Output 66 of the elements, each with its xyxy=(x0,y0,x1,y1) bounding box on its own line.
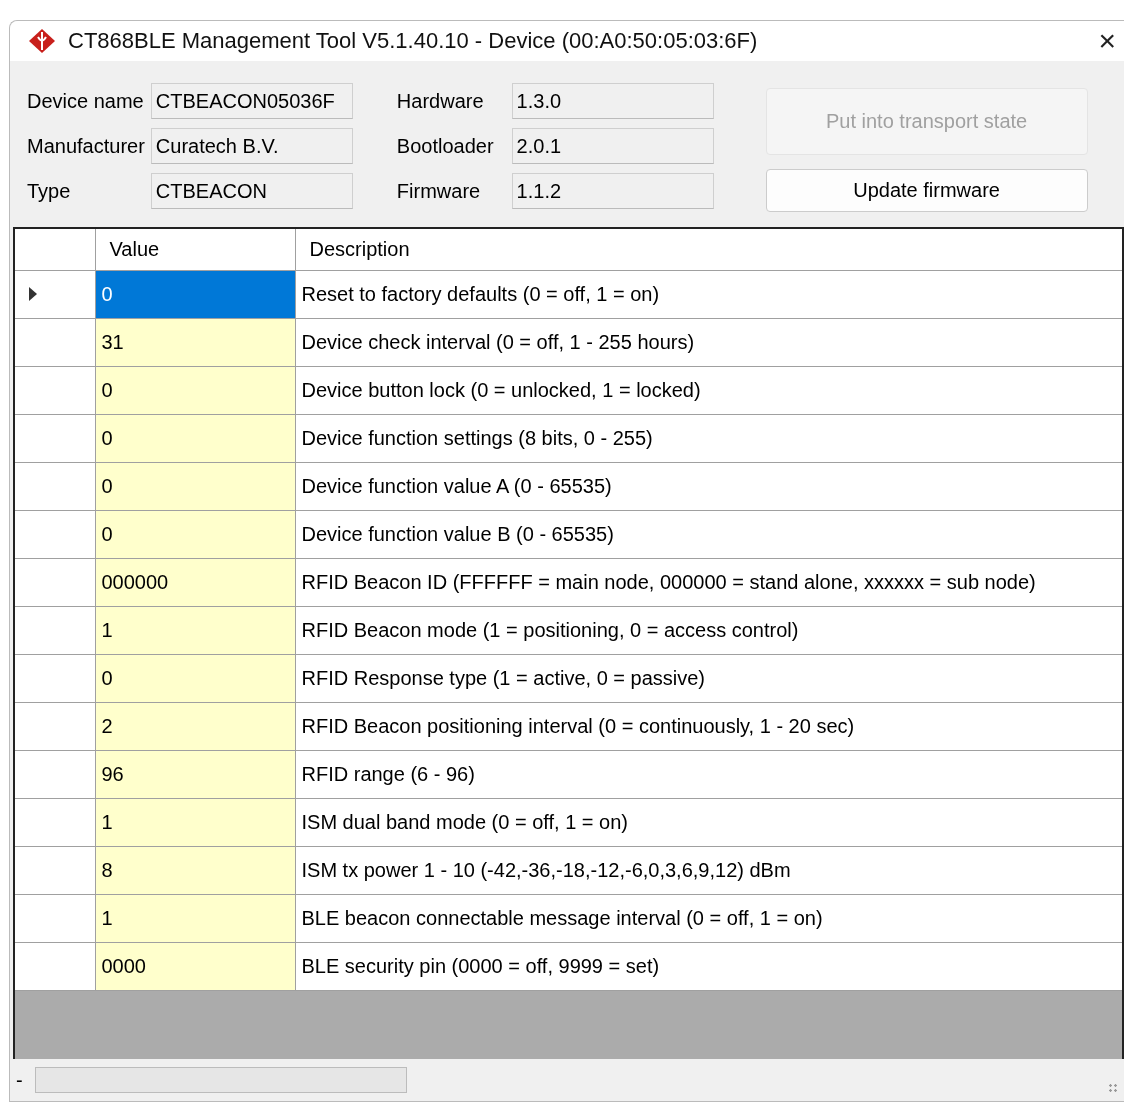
description-cell: RFID Response type (1 = active, 0 = passive) xyxy=(295,654,1122,702)
description-cell: RFID Beacon mode (1 = positioning, 0 = access control) xyxy=(295,606,1122,654)
value-cell[interactable]: 31 xyxy=(95,318,295,366)
current-row-arrow-icon xyxy=(29,287,37,301)
field-label: Type xyxy=(27,179,72,203)
description-cell: Device button lock (0 = unlocked, 1 = locked) xyxy=(295,366,1122,414)
description-cell: Device function value B (0 - 65535) xyxy=(295,510,1122,558)
action-button[interactable]: Update firmware xyxy=(765,169,1088,212)
description-cell: BLE security pin (0000 = off, 9999 = set) xyxy=(295,942,1122,990)
value-cell[interactable]: 0 xyxy=(95,510,295,558)
description-cell: BLE beacon connectable message interval (0 = off, 1 = on) xyxy=(295,894,1122,942)
read-only-field[interactable]: 1.1.2 xyxy=(511,173,714,209)
value-cell[interactable]: 1 xyxy=(95,798,295,846)
column-header[interactable]: Description xyxy=(295,229,1122,270)
row-header[interactable] xyxy=(15,510,95,558)
read-only-field[interactable]: 1.3.0 xyxy=(511,83,714,119)
row-header[interactable] xyxy=(15,894,95,942)
row-header[interactable] xyxy=(15,942,95,990)
description-cell: RFID range (6 - 96) xyxy=(295,750,1122,798)
field-label: Firmware xyxy=(396,179,482,203)
description-cell: RFID Beacon ID (FFFFFF = main node, 000000 = stand alone, xxxxxx = sub node) xyxy=(295,558,1122,606)
window-title: CT868BLE Management Tool V5.1.40.10 - Device (00:A0:50:05:03:6F) xyxy=(68,28,759,54)
row-header[interactable] xyxy=(15,702,95,750)
row-header[interactable] xyxy=(15,798,95,846)
description-cell: Reset to factory defaults (0 = off, 1 = on) xyxy=(295,270,1122,318)
value-cell[interactable]: 0000 xyxy=(95,942,295,990)
field-label: Bootloader xyxy=(396,134,494,158)
row-header[interactable] xyxy=(15,558,95,606)
field-label: Hardware xyxy=(396,89,485,113)
value-cell[interactable]: 0 xyxy=(95,462,295,510)
status-text: - xyxy=(16,1068,23,1092)
description-cell: Device function settings (8 bits, 0 - 255) xyxy=(295,414,1122,462)
row-header[interactable] xyxy=(15,654,95,702)
close-button[interactable]: × xyxy=(1088,26,1124,56)
description-cell: RFID Beacon positioning interval (0 = continuously, 1 - 20 sec) xyxy=(295,702,1122,750)
row-header[interactable] xyxy=(15,318,95,366)
row-header[interactable] xyxy=(15,270,95,318)
value-cell[interactable]: 96 xyxy=(95,750,295,798)
resize-grip-icon[interactable] xyxy=(1108,1083,1118,1093)
value-cell[interactable]: 2 xyxy=(95,702,295,750)
value-cell[interactable]: 0 xyxy=(95,270,295,318)
value-cell[interactable]: 0 xyxy=(95,654,295,702)
field-label: Device name xyxy=(27,89,145,113)
read-only-field[interactable]: CTBEACON xyxy=(150,173,353,209)
field-label: Manufacturer xyxy=(27,134,145,158)
diamond-logo-icon xyxy=(28,28,56,54)
row-header[interactable] xyxy=(15,606,95,654)
read-only-field[interactable]: Curatech B.V. xyxy=(150,128,353,164)
value-cell[interactable]: 000000 xyxy=(95,558,295,606)
description-cell: Device function value A (0 - 65535) xyxy=(295,462,1122,510)
row-header[interactable] xyxy=(15,462,95,510)
value-cell[interactable]: 1 xyxy=(95,606,295,654)
value-cell[interactable]: 1 xyxy=(95,894,295,942)
column-header[interactable]: Value xyxy=(95,229,295,270)
description-cell: ISM dual band mode (0 = off, 1 = on) xyxy=(295,798,1122,846)
row-header[interactable] xyxy=(15,750,95,798)
row-header[interactable] xyxy=(15,366,95,414)
row-header[interactable] xyxy=(15,846,95,894)
value-cell[interactable]: 0 xyxy=(95,366,295,414)
row-header[interactable] xyxy=(15,414,95,462)
read-only-field[interactable]: 2.0.1 xyxy=(511,128,714,164)
description-cell: ISM tx power 1 - 10 (-42,-36,-18,-12,-6,0,3,6,9,12) dBm xyxy=(295,846,1122,894)
read-only-field[interactable]: CTBEACON05036F xyxy=(150,83,353,119)
description-cell: Device check interval (0 = off, 1 - 255 hours) xyxy=(295,318,1122,366)
value-cell[interactable]: 0 xyxy=(95,414,295,462)
value-cell[interactable]: 8 xyxy=(95,846,295,894)
